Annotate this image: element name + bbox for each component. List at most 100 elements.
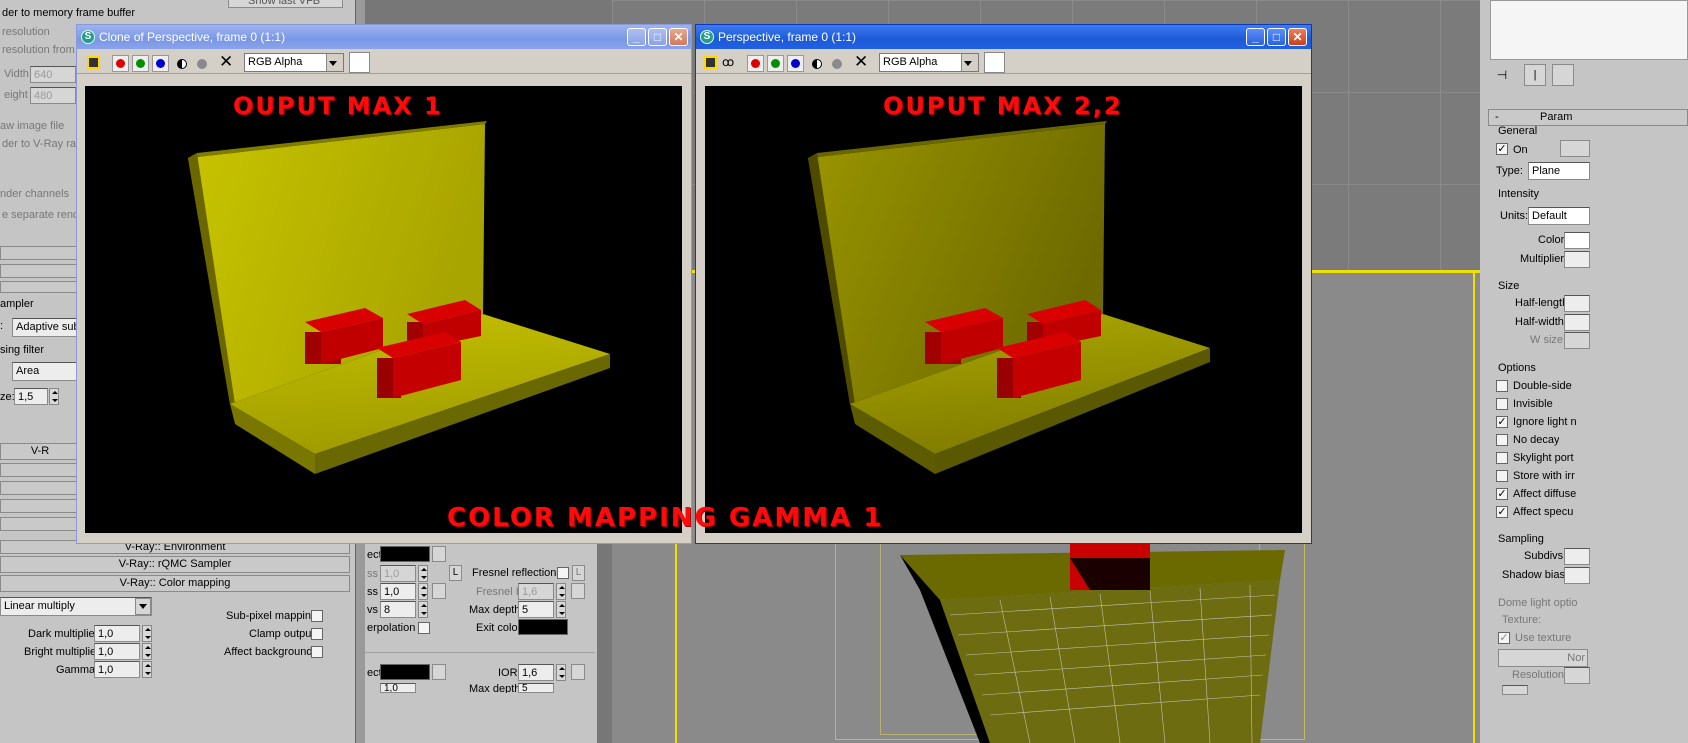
gloss-input-1[interactable]: 1,0 (380, 565, 416, 582)
clone-icon[interactable]: ꝏ (722, 55, 734, 69)
units-dropdown[interactable]: Default (1528, 207, 1590, 225)
rollout-vr[interactable]: V-R (0, 443, 80, 460)
ior-map-button[interactable] (571, 664, 585, 680)
fresnel-reflections-checkbox[interactable] (557, 567, 569, 579)
subpixel-mapping-checkbox[interactable] (311, 610, 323, 622)
mono-icon[interactable] (812, 59, 822, 69)
gloss-map-button[interactable] (432, 583, 446, 599)
vfb-clone-color-swatch[interactable] (349, 52, 370, 73)
minimize-icon[interactable]: _ (1246, 28, 1265, 46)
type-dropdown[interactable]: Plane (1528, 162, 1590, 180)
save-icon[interactable] (87, 56, 100, 69)
sampler-type-dropdown[interactable]: Adaptive sub (12, 318, 78, 337)
rollout-collapsed-7[interactable] (0, 517, 80, 531)
height-input[interactable]: 480 (30, 87, 76, 104)
affect-diffuse-checkbox[interactable]: ✓ (1496, 488, 1508, 500)
double-sided-checkbox[interactable] (1496, 380, 1508, 392)
rollout-color-mapping[interactable]: V-Ray:: Color mapping (0, 575, 350, 592)
fresnel-ior-input[interactable]: 1,6 (518, 583, 554, 600)
max-depth-spinner[interactable] (556, 601, 566, 618)
clear-x-icon[interactable]: ✕ (219, 53, 233, 71)
vfb-window-perspective[interactable]: S Perspective, frame 0 (1:1) _ □ ✕ ꝏ ✕ R… (695, 24, 1312, 544)
alpha-icon[interactable] (832, 59, 842, 69)
store-with-irradiance-checkbox[interactable] (1496, 470, 1508, 482)
fresnel-ior-spinner[interactable] (556, 583, 566, 600)
gamma-spinner[interactable] (142, 661, 152, 678)
dark-multiplier-input[interactable]: 1,0 (94, 625, 140, 642)
pin-icon[interactable]: ⊣ (1492, 68, 1512, 82)
shadow-bias-input[interactable] (1564, 567, 1590, 584)
half-width-input[interactable] (1564, 314, 1590, 331)
ignore-light-normals-checkbox[interactable]: ✓ (1496, 416, 1508, 428)
max-depth-input[interactable]: 5 (518, 601, 554, 618)
on-checkbox[interactable]: ✓ (1496, 143, 1508, 155)
filter-size-input[interactable]: 1,5 (14, 388, 48, 405)
subdivs-spinner[interactable] (418, 601, 428, 618)
rollout-collapsed-5[interactable] (0, 481, 80, 495)
exclude-button[interactable] (1560, 140, 1590, 157)
multiplier-input[interactable] (1564, 251, 1590, 268)
resolution-input[interactable] (1564, 667, 1590, 684)
clamp-output-checkbox[interactable] (311, 628, 323, 640)
dark-multiplier-spinner[interactable] (142, 625, 152, 642)
filter-dropdown[interactable]: Area (12, 362, 78, 381)
affect-specular-checkbox[interactable]: ✓ (1496, 506, 1508, 518)
red-channel-icon[interactable] (112, 55, 129, 72)
ior-input[interactable]: 1,6 (518, 664, 554, 681)
half-length-input[interactable] (1564, 295, 1590, 312)
filter-size-spinner[interactable] (49, 388, 59, 405)
vfb-clone-render-canvas[interactable]: OUPUT MAX 1 (85, 86, 682, 533)
vfb-clone-titlebar[interactable]: S Clone of Perspective, frame 0 (1:1) _ … (77, 25, 691, 49)
gloss-spinner-1[interactable] (418, 565, 428, 582)
affect-background-checkbox[interactable] (311, 646, 323, 658)
rollout-collapsed-2[interactable] (0, 264, 80, 278)
close-icon[interactable]: ✕ (1288, 28, 1307, 46)
refract-map-button[interactable] (432, 664, 446, 680)
bright-multiplier-spinner[interactable] (142, 643, 152, 660)
interpolation-checkbox[interactable] (418, 622, 430, 634)
subdivs-input[interactable] (1564, 548, 1590, 565)
maximize-icon[interactable]: □ (648, 28, 667, 46)
refract-color-swatch[interactable] (380, 664, 430, 680)
no-decay-checkbox[interactable] (1496, 434, 1508, 446)
bottom-max-depth-input[interactable]: 5 (518, 683, 554, 693)
invisible-checkbox[interactable] (1496, 398, 1508, 410)
minimize-icon[interactable]: _ (627, 28, 646, 46)
vfb-window-clone[interactable]: S Clone of Perspective, frame 0 (1:1) _ … (76, 24, 692, 544)
red-channel-icon[interactable] (747, 55, 764, 72)
vfb-perspective-titlebar[interactable]: S Perspective, frame 0 (1:1) _ □ ✕ (696, 25, 1311, 49)
color-mapping-type-dropdown[interactable]: Linear multiply (0, 597, 152, 616)
fresnel-ior-map-button[interactable] (571, 583, 585, 599)
modifier-toggle-button[interactable]: | (1524, 64, 1546, 86)
blue-channel-icon[interactable] (152, 55, 169, 72)
vfb-perspective-color-swatch[interactable] (984, 52, 1005, 73)
rollout-collapsed-4[interactable] (0, 463, 80, 477)
gamma-input[interactable]: 1,0 (94, 661, 140, 678)
ior-spinner[interactable] (556, 664, 566, 681)
refract-gloss-input[interactable]: 1,0 (380, 683, 416, 693)
mono-icon[interactable] (177, 59, 187, 69)
blue-channel-icon[interactable] (787, 55, 804, 72)
bright-multiplier-input[interactable]: 1,0 (94, 643, 140, 660)
save-icon[interactable] (704, 56, 717, 69)
maximize-icon[interactable]: □ (1267, 28, 1286, 46)
w-size-input[interactable] (1564, 332, 1590, 349)
skylight-portal-checkbox[interactable] (1496, 452, 1508, 464)
extra-input[interactable] (1502, 685, 1528, 695)
vfb-perspective-render-canvas[interactable]: OUPUT MAX 2,2 (705, 86, 1302, 533)
green-channel-icon[interactable] (132, 55, 149, 72)
reflect-map-button[interactable] (432, 546, 446, 562)
use-texture-checkbox[interactable]: ✓ (1498, 632, 1510, 644)
close-icon[interactable]: ✕ (669, 28, 688, 46)
rollout-collapsed-3[interactable] (0, 281, 80, 293)
clear-x-icon[interactable]: ✕ (854, 53, 868, 71)
subdivs-input[interactable]: 8 (380, 601, 416, 618)
rollout-collapsed-1[interactable] (0, 246, 80, 260)
gloss-input-2[interactable]: 1,0 (380, 583, 416, 600)
exit-color-swatch[interactable] (518, 619, 568, 635)
rollout-rqmc-sampler[interactable]: V-Ray:: rQMC Sampler (0, 556, 350, 573)
rollout-collapsed-6[interactable] (0, 499, 80, 513)
alpha-icon[interactable] (197, 59, 207, 69)
gloss-spinner-2[interactable] (418, 583, 428, 600)
color-swatch[interactable] (1564, 232, 1590, 249)
